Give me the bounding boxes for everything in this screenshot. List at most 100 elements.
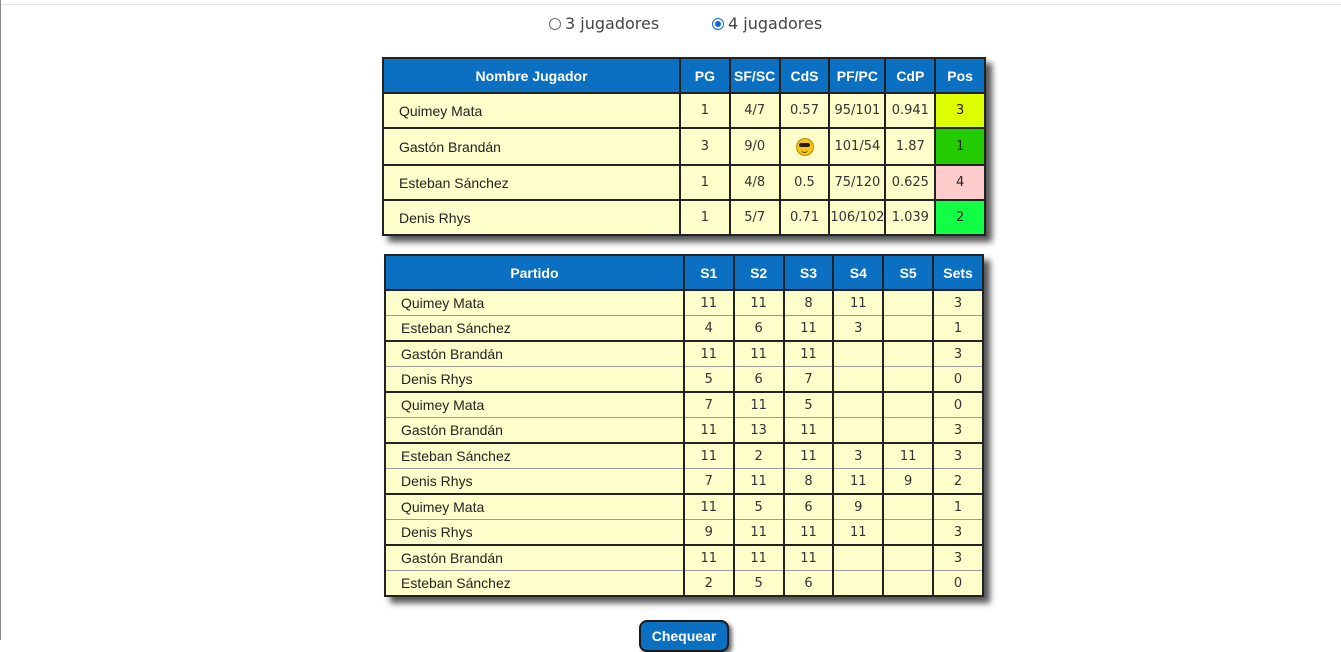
- player-name: Esteban Sánchez: [384, 442, 685, 469]
- set5-score: 9: [882, 468, 935, 495]
- set4-score: 11: [832, 519, 885, 546]
- set2-score: 11: [732, 391, 785, 418]
- match-row: Quimey Mata 11 11 8 11 3: [384, 289, 984, 316]
- standings-row: Esteban Sánchez 1 4/8 0.5 75/120 0.625 4: [381, 164, 986, 201]
- pfpc-value: 101/54: [828, 127, 887, 166]
- sets-won: 1: [932, 315, 984, 342]
- set2-score: 13: [732, 417, 785, 444]
- pfpc-value: 75/120: [828, 164, 887, 201]
- sfsc-value: 5/7: [728, 199, 781, 236]
- set2-score: 2: [732, 442, 785, 469]
- cdp-value: 0.625: [884, 164, 937, 201]
- set3-score: 11: [782, 544, 835, 571]
- player-name: Gastón Brandán: [381, 127, 682, 166]
- player-name: Esteban Sánchez: [381, 164, 682, 201]
- set3-score: 11: [782, 315, 835, 342]
- pg-value: 1: [679, 199, 731, 236]
- radio-3-players-label: 3 jugadores: [565, 14, 660, 33]
- set1-score: 11: [682, 544, 735, 571]
- player-name: Gastón Brandán: [384, 340, 685, 367]
- header-pos: Pos: [934, 57, 986, 94]
- set2-score: 6: [732, 315, 785, 342]
- set2-score: 11: [732, 340, 785, 367]
- set4-score: [832, 417, 885, 444]
- set5-score: [882, 519, 935, 546]
- radio-3-players[interactable]: 3 jugadores: [549, 14, 659, 33]
- chequear-button[interactable]: Chequear: [639, 620, 729, 652]
- set1-score: 11: [682, 340, 735, 367]
- set2-score: 5: [732, 493, 785, 520]
- set5-score: 11: [882, 442, 935, 469]
- header-partido: Partido: [384, 254, 685, 291]
- matches-header-row: Partido S1 S2 S3 S4 S5 Sets: [384, 254, 984, 291]
- radio-4-players[interactable]: 4 jugadores: [712, 14, 822, 33]
- set2-score: 11: [732, 468, 785, 495]
- sets-won: 0: [932, 391, 984, 418]
- set4-score: [832, 340, 885, 367]
- set3-score: 11: [782, 340, 835, 367]
- set3-score: 11: [782, 417, 835, 444]
- header-s1: S1: [682, 254, 735, 291]
- set3-score: 8: [782, 468, 835, 495]
- player-name: Denis Rhys: [384, 519, 685, 546]
- pos-value: 2: [934, 199, 986, 236]
- cdp-value: 1.039: [884, 199, 937, 236]
- set1-score: 2: [682, 570, 735, 597]
- player-count-selector: 3 jugadores 4 jugadores: [0, 14, 1341, 36]
- pos-value: 4: [934, 164, 986, 201]
- radio-3-players-circle[interactable]: [549, 17, 561, 30]
- header-pfpc: PF/PC: [828, 57, 887, 94]
- player-name: Gastón Brandán: [384, 417, 685, 444]
- pfpc-value: 106/102: [828, 199, 887, 236]
- cds-value: [778, 127, 831, 166]
- set1-score: 11: [682, 442, 735, 469]
- set1-score: 7: [682, 391, 735, 418]
- match-row: Quimey Mata 7 11 5 0: [384, 391, 984, 418]
- header-sets: Sets: [932, 254, 984, 291]
- sets-won: 3: [932, 519, 984, 546]
- header-s3: S3: [782, 254, 835, 291]
- set4-score: 3: [832, 442, 885, 469]
- set2-score: 6: [732, 366, 785, 393]
- sets-won: 1: [932, 493, 984, 520]
- standings-row: Denis Rhys 1 5/7 0.71 106/102 1.039 2: [381, 199, 986, 236]
- set5-score: [882, 366, 935, 393]
- radio-4-players-circle[interactable]: [712, 17, 724, 30]
- sets-won: 3: [932, 417, 984, 444]
- match-row: Denis Rhys 5 6 7 0: [384, 366, 984, 393]
- cds-value: 0.57: [778, 92, 831, 129]
- sfsc-value: 4/7: [728, 92, 781, 129]
- set5-score: [882, 315, 935, 342]
- header-s5: S5: [882, 254, 935, 291]
- match-row: Esteban Sánchez 11 2 11 3 11 3: [384, 442, 984, 469]
- sets-won: 3: [932, 442, 984, 469]
- match-row: Denis Rhys 7 11 8 11 9 2: [384, 468, 984, 495]
- set4-score: [832, 366, 885, 393]
- set2-score: 11: [732, 519, 785, 546]
- top-divider: [1, 4, 1341, 5]
- pfpc-value: 95/101: [828, 92, 887, 129]
- cdp-value: 0.941: [884, 92, 937, 129]
- cds-value: 0.5: [778, 164, 831, 201]
- set3-score: 7: [782, 366, 835, 393]
- set4-score: 3: [832, 315, 885, 342]
- player-name: Denis Rhys: [384, 366, 685, 393]
- set5-score: [882, 570, 935, 597]
- match-row: Denis Rhys 9 11 11 11 3: [384, 519, 984, 546]
- set3-score: 8: [782, 289, 835, 316]
- player-name: Esteban Sánchez: [384, 570, 685, 597]
- sets-won: 0: [932, 570, 984, 597]
- pg-value: 1: [679, 92, 731, 129]
- header-pg: PG: [679, 57, 731, 94]
- sfsc-value: 9/0: [728, 127, 781, 166]
- set5-score: [882, 493, 935, 520]
- match-row: Gastón Brandán 11 11 11 3: [384, 544, 984, 571]
- set4-score: 11: [832, 289, 885, 316]
- set1-score: 9: [682, 519, 735, 546]
- pg-value: 1: [679, 164, 731, 201]
- header-sfsc: SF/SC: [728, 57, 781, 94]
- set5-score: [882, 289, 935, 316]
- match-row: Gastón Brandán 11 13 11 3: [384, 417, 984, 444]
- set3-score: 11: [782, 519, 835, 546]
- player-name: Denis Rhys: [381, 199, 682, 236]
